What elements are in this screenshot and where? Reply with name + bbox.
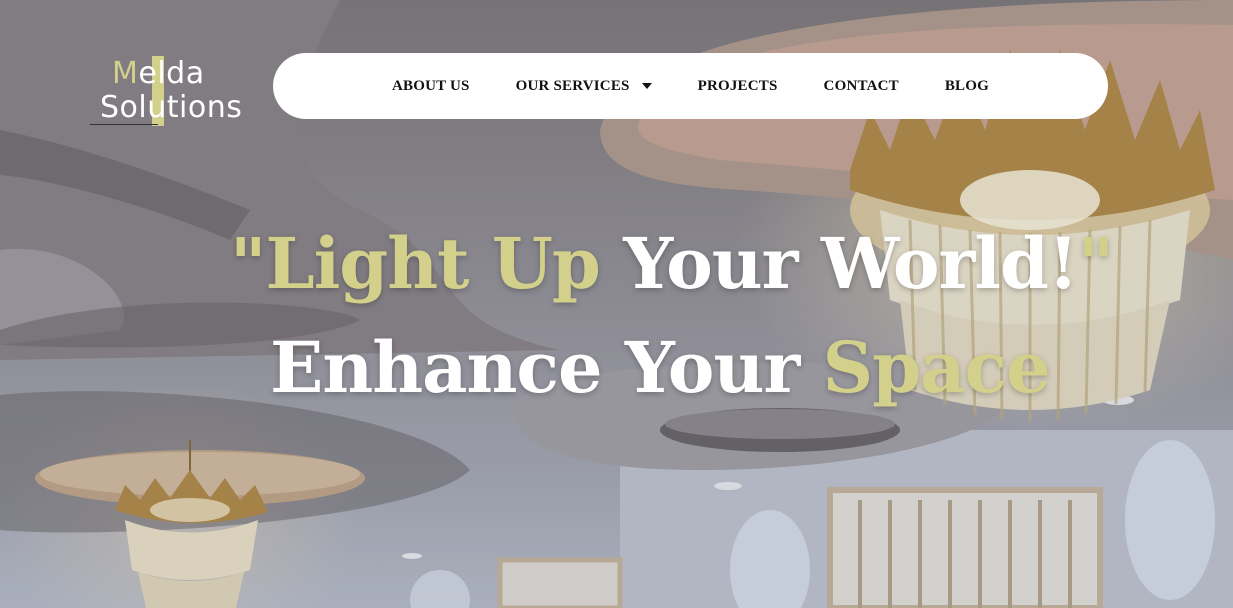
logo-line2: Solutions [100,90,243,125]
nav-label-contact: CONTACT [823,77,899,94]
hero-highlight-light-up: Light Up [265,222,600,305]
nav-item-our-services[interactable]: OUR SERVICES [493,78,675,95]
hero-open-quote: " [230,222,266,305]
logo-initial-m: M [112,56,139,91]
nav-item-contact[interactable]: CONTACT [801,78,922,95]
hero-line2-text: Enhance Your [270,326,823,409]
nav-label-about-us: ABOUT US [391,77,470,94]
hero-line1-text: Your World! [599,222,1078,305]
hero-highlight-space: Space [822,326,1051,409]
chevron-down-icon[interactable] [641,83,652,89]
hero-line2: Enhance Your Space [270,326,1051,409]
main-navigation: ABOUT US OUR SERVICES PROJECTS CONTACT B… [273,53,1108,119]
nav-item-blog[interactable]: BLOG [922,78,1012,95]
nav-label-our-services: OUR SERVICES [515,77,630,94]
brand-logo[interactable]: Melda Solutions [88,52,242,132]
nav-item-projects[interactable]: PROJECTS [675,78,801,95]
logo-line1: Melda [112,56,205,91]
nav-label-blog: BLOG [944,77,989,94]
hero-line1: "Light Up Your World!" [230,222,1114,305]
logo-line1-text: elda [138,56,205,91]
hero-close-quote: " [1077,222,1114,305]
nav-item-about-us[interactable]: ABOUT US [369,78,493,95]
nav-label-projects: PROJECTS [697,77,778,94]
